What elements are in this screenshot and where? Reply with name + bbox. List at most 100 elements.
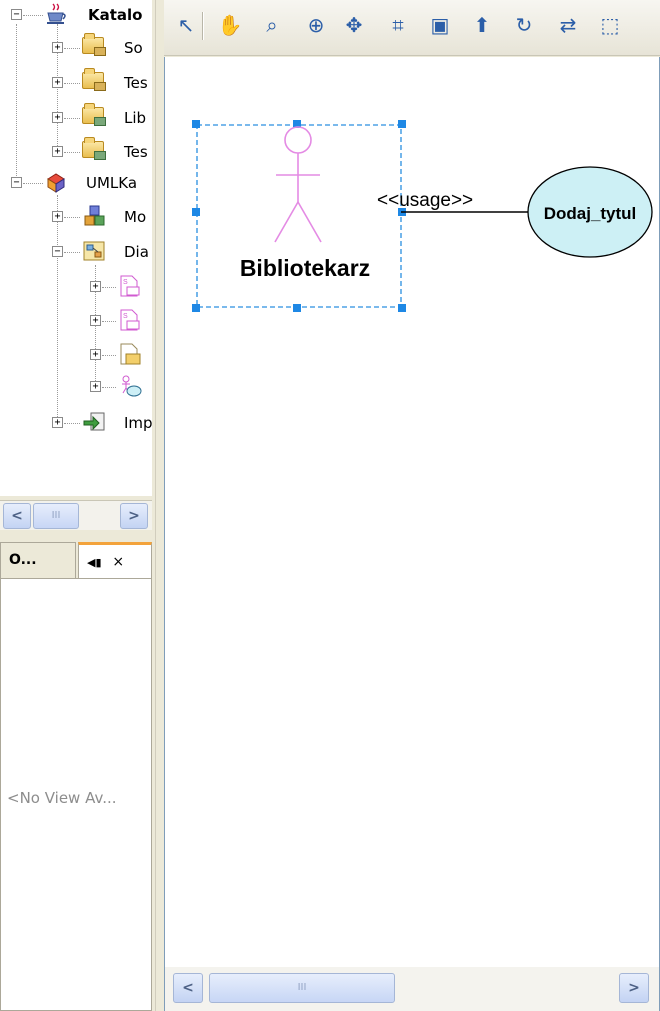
tree-node-label: Dia bbox=[124, 243, 149, 261]
tree-horizontal-scrollbar[interactable]: < III > bbox=[0, 500, 152, 530]
tree-node-model[interactable]: + Mo bbox=[0, 202, 152, 232]
project-tree[interactable]: − Katalo + So + Tes + Lib + Tes − UMLKa … bbox=[0, 0, 152, 496]
minimize-window-icon[interactable]: ◀▮ bbox=[87, 556, 102, 569]
diagrams-icon bbox=[83, 241, 105, 261]
navigate-icon[interactable]: ⇄ bbox=[554, 10, 582, 40]
use-case-name[interactable]: Dodaj_tytul bbox=[544, 204, 637, 223]
tree-line bbox=[64, 48, 80, 49]
tree-node-libraries[interactable]: + Lib bbox=[0, 103, 152, 133]
navigator-panel: <No View Av... bbox=[0, 578, 152, 1011]
diagram-editor: ↖ ✋ ⌕ ⊕ ✥ ⌗ ▣ ⬆ ↻ ⇄ ⬚ Bibliotekarz <<usa… bbox=[155, 0, 660, 1011]
tree-line bbox=[64, 252, 80, 253]
select-icon[interactable]: ↖ bbox=[172, 10, 200, 40]
selection-handles[interactable] bbox=[192, 120, 406, 312]
tree-node-diagrams[interactable]: − Dia bbox=[0, 237, 152, 267]
tree-line bbox=[64, 423, 80, 424]
resize-handle[interactable] bbox=[192, 120, 200, 128]
tab-label: O... bbox=[9, 552, 37, 568]
sequence-diagram-icon: S bbox=[120, 309, 140, 331]
tree-node-label: Mo bbox=[124, 208, 147, 226]
tree-line bbox=[102, 287, 116, 288]
overview-icon[interactable]: ⌗ bbox=[384, 10, 412, 40]
tree-line bbox=[23, 15, 43, 16]
tree-node-folder-diagram[interactable]: + bbox=[0, 340, 152, 370]
expand-toggle[interactable]: + bbox=[90, 315, 101, 326]
collapse-toggle[interactable]: − bbox=[11, 177, 22, 188]
actor-name[interactable]: Bibliotekarz bbox=[240, 255, 370, 281]
refresh-icon[interactable]: ↻ bbox=[510, 10, 538, 40]
collapse-toggle[interactable]: − bbox=[52, 246, 63, 257]
test-library-folder-icon bbox=[82, 137, 106, 160]
expand-toggle[interactable]: + bbox=[90, 349, 101, 360]
tree-node-label: Lib bbox=[124, 109, 147, 127]
scroll-thumb[interactable]: III bbox=[209, 973, 395, 1003]
move-icon[interactable]: ✥ bbox=[340, 10, 368, 40]
test-folder-icon bbox=[82, 68, 106, 91]
zoom-icon[interactable]: ⌕ bbox=[258, 10, 286, 40]
tree-node-sequence-diagram[interactable]: + S bbox=[0, 272, 152, 302]
tree-node-source-packages[interactable]: + So bbox=[0, 33, 152, 63]
collapse-toggle[interactable]: − bbox=[11, 9, 22, 20]
tree-line bbox=[64, 118, 80, 119]
tree-line bbox=[102, 387, 116, 388]
tree-node-sequence-diagram[interactable]: + S bbox=[0, 306, 152, 336]
stereotype-label[interactable]: <<usage>> bbox=[377, 190, 473, 211]
tab-navigator[interactable]: ◀▮ × bbox=[78, 542, 152, 578]
expand-toggle[interactable]: + bbox=[52, 211, 63, 222]
use-case-diagram-icon bbox=[122, 375, 142, 397]
svg-text:S: S bbox=[123, 279, 128, 286]
tree-node-use-case-diagram[interactable]: + bbox=[0, 372, 152, 402]
tree-node-test-packages[interactable]: + Tes bbox=[0, 68, 152, 98]
expand-toggle[interactable]: + bbox=[52, 77, 63, 88]
library-folder-icon bbox=[82, 103, 106, 126]
tree-node-label: Tes bbox=[124, 143, 148, 161]
source-folder-icon bbox=[82, 33, 106, 56]
resize-handle[interactable] bbox=[398, 120, 406, 128]
tree-node-label: Katalo bbox=[88, 6, 143, 24]
pan-hand-icon[interactable]: ✋ bbox=[216, 10, 244, 40]
tree-node-test-libraries[interactable]: + Tes bbox=[0, 137, 152, 167]
navigator-tab-strip: O... ◀▮ × bbox=[0, 540, 152, 578]
model-icon bbox=[84, 205, 105, 226]
actor-figure[interactable] bbox=[274, 126, 322, 243]
tree-node-label: Tes bbox=[124, 74, 148, 92]
imported-elements-icon bbox=[83, 412, 105, 431]
coffee-cup-icon bbox=[47, 3, 66, 24]
scroll-thumb[interactable]: III bbox=[33, 503, 79, 529]
no-view-available-text: <No View Av... bbox=[7, 789, 117, 807]
diagram-svg: Bibliotekarz <<usage>> Dodaj_tytul bbox=[192, 120, 653, 312]
close-icon[interactable]: × bbox=[112, 554, 124, 570]
tree-line bbox=[23, 183, 43, 184]
expand-toggle[interactable]: + bbox=[90, 381, 101, 392]
tree-node-katalog[interactable]: − Katalo bbox=[0, 0, 152, 30]
tree-node-imported-elements[interactable]: + Imp bbox=[0, 408, 152, 438]
tab-outline[interactable]: O... bbox=[0, 542, 76, 578]
zoom-interactive-icon[interactable]: ⊕ bbox=[302, 10, 330, 40]
tree-line bbox=[102, 355, 116, 356]
relationship-discovery-icon[interactable]: ⬆ bbox=[468, 10, 496, 40]
tree-line bbox=[102, 321, 116, 322]
fit-to-window-icon[interactable]: ⬚ bbox=[596, 10, 624, 40]
tree-line bbox=[64, 217, 80, 218]
layout-icon[interactable]: ▣ bbox=[426, 10, 454, 40]
expand-toggle[interactable]: + bbox=[90, 281, 101, 292]
tree-node-label: So bbox=[124, 39, 143, 57]
scroll-right-button[interactable]: > bbox=[619, 973, 649, 1003]
diagram-canvas[interactable]: Bibliotekarz <<usage>> Dodaj_tytul bbox=[164, 57, 660, 967]
tree-node-label: UMLKa bbox=[86, 174, 138, 192]
tree-line bbox=[64, 152, 80, 153]
resize-handle[interactable] bbox=[192, 208, 200, 216]
tree-node-uml-project[interactable]: − UMLKa bbox=[0, 168, 152, 198]
canvas-horizontal-scrollbar[interactable]: < III > bbox=[164, 967, 660, 1011]
scroll-right-button[interactable]: > bbox=[120, 503, 148, 529]
expand-toggle[interactable]: + bbox=[52, 42, 63, 53]
scroll-left-button[interactable]: < bbox=[173, 973, 203, 1003]
resize-handle[interactable] bbox=[398, 304, 406, 312]
expand-toggle[interactable]: + bbox=[52, 112, 63, 123]
toolbar-separator bbox=[202, 12, 204, 40]
expand-toggle[interactable]: + bbox=[52, 146, 63, 157]
expand-toggle[interactable]: + bbox=[52, 417, 63, 428]
resize-handle[interactable] bbox=[293, 304, 301, 312]
scroll-left-button[interactable]: < bbox=[3, 503, 31, 529]
resize-handle[interactable] bbox=[192, 304, 200, 312]
